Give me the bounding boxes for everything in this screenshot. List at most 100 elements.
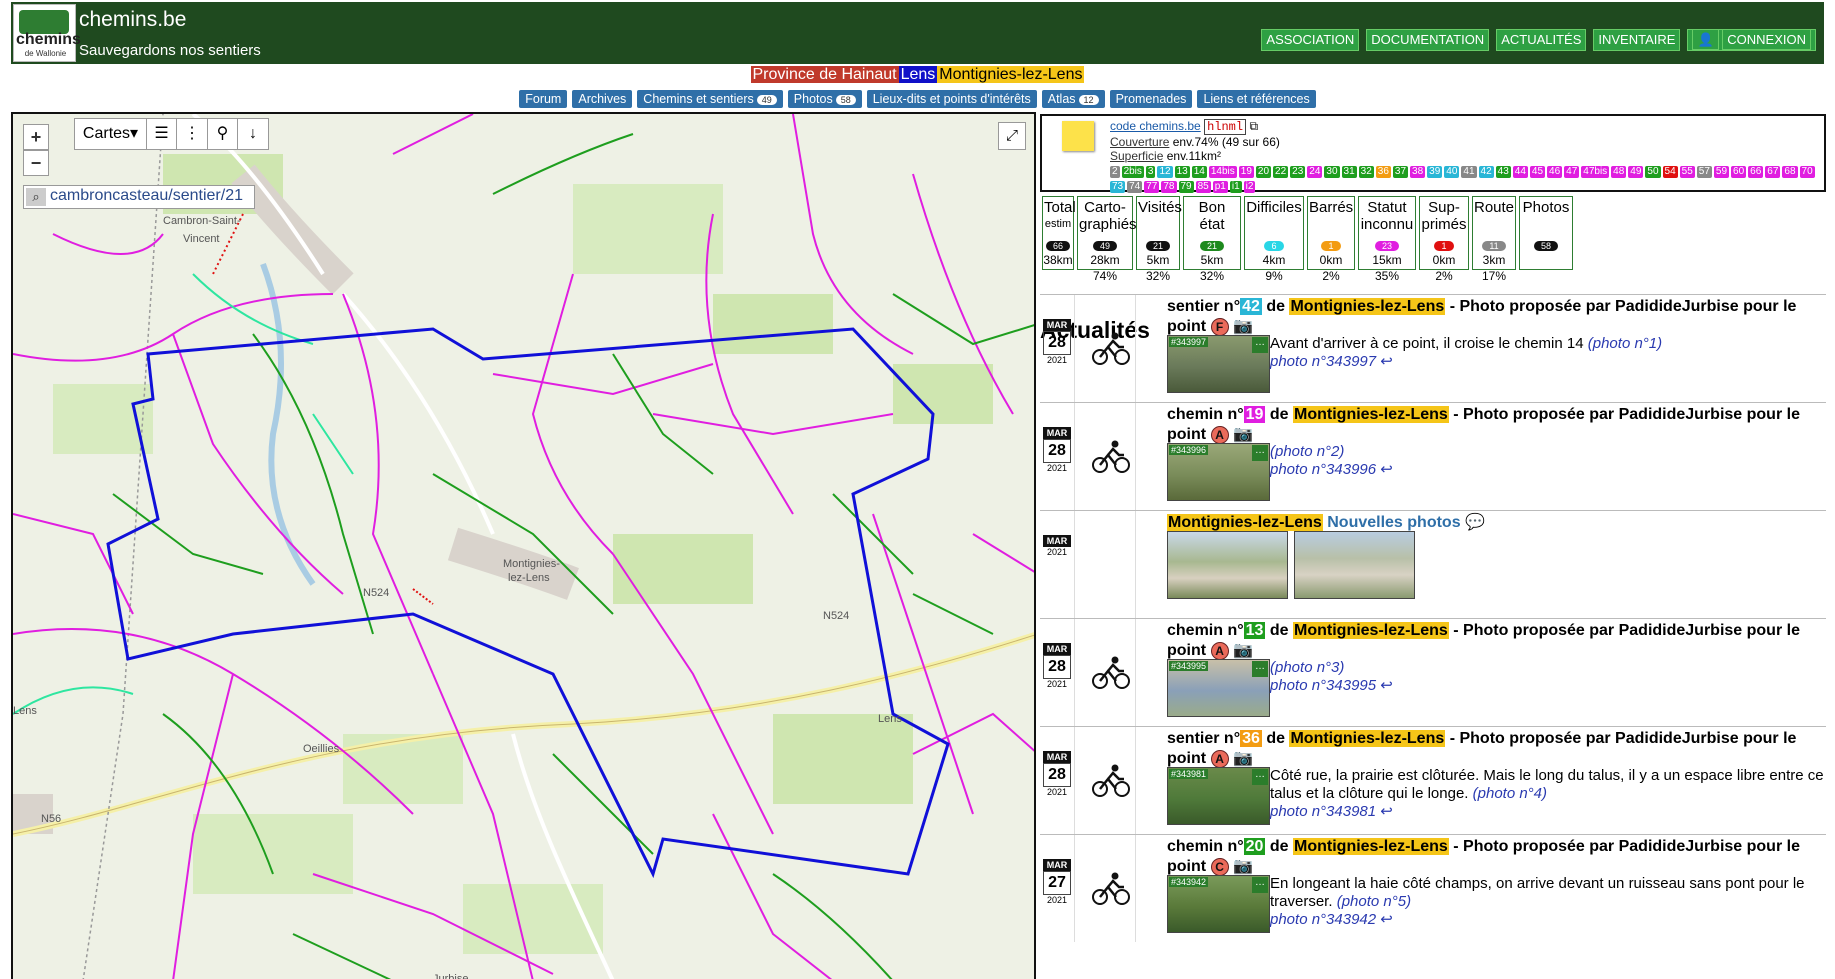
- path-chip[interactable]: 2: [1110, 166, 1120, 178]
- reply-arrow-icon[interactable]: ↩: [1376, 353, 1393, 370]
- tab-3[interactable]: Photos 58: [787, 90, 862, 108]
- path-chip[interactable]: 74: [1127, 181, 1143, 193]
- breadcrumb-province[interactable]: Province de Hainaut: [750, 66, 899, 83]
- path-chip[interactable]: 43: [1495, 166, 1511, 178]
- path-chip[interactable]: 22: [1273, 166, 1289, 178]
- village-badge[interactable]: Montignies-lez-Lens: [1167, 514, 1323, 531]
- stat-count-pill[interactable]: 1: [1321, 241, 1341, 251]
- tab-7[interactable]: Liens et références: [1197, 90, 1316, 108]
- path-chip[interactable]: 36: [1375, 166, 1391, 178]
- tab-0[interactable]: Forum: [519, 90, 568, 108]
- path-chip[interactable]: 47bis: [1581, 166, 1610, 178]
- village-badge[interactable]: Montignies-lez-Lens: [1293, 838, 1449, 855]
- path-number-badge[interactable]: 42: [1240, 298, 1262, 315]
- path-chip[interactable]: 50: [1645, 166, 1661, 178]
- path-chip[interactable]: 3: [1145, 166, 1156, 178]
- site-logo[interactable]: chemins de Wallonie: [13, 4, 81, 62]
- point-marker-icon[interactable]: C: [1210, 858, 1229, 876]
- path-chip[interactable]: 78: [1161, 181, 1177, 193]
- photo-thumbnail[interactable]: #343942…: [1167, 875, 1270, 933]
- fullscreen-icon[interactable]: ⤢: [998, 122, 1026, 150]
- photo-link[interactable]: photo n°343997: [1270, 353, 1376, 370]
- stat-count-pill[interactable]: 1: [1434, 241, 1454, 251]
- village-badge[interactable]: Montignies-lez-Lens: [1293, 406, 1449, 423]
- path-chip[interactable]: 41: [1461, 166, 1477, 178]
- path-chip[interactable]: 45: [1529, 166, 1546, 178]
- photo-thumbnail[interactable]: #343996…: [1167, 443, 1270, 501]
- path-chip[interactable]: 2bis: [1121, 166, 1144, 178]
- path-chip[interactable]: 14bis: [1208, 166, 1237, 178]
- map-search-input[interactable]: cambroncasteau/sentier/21: [50, 187, 243, 205]
- more-icon[interactable]: …: [1252, 661, 1268, 677]
- photo-caption[interactable]: (photo n°2): [1270, 443, 1344, 460]
- download-arrow-icon[interactable]: ↓: [238, 119, 268, 149]
- photo-thumbnail[interactable]: #343997…: [1167, 335, 1270, 393]
- nav-association[interactable]: ASSOCIATION: [1261, 29, 1360, 51]
- path-chip[interactable]: 37: [1392, 166, 1409, 178]
- path-chip[interactable]: 19: [1238, 166, 1254, 178]
- stat-count-pill[interactable]: 21: [1145, 241, 1170, 251]
- path-chip[interactable]: 30: [1324, 166, 1340, 178]
- photo-link[interactable]: photo n°343981: [1270, 803, 1376, 820]
- nav-connexion[interactable]: 👤 CONNEXION: [1687, 29, 1816, 51]
- point-marker-icon[interactable]: F: [1210, 318, 1229, 336]
- photo-link[interactable]: photo n°343995: [1270, 677, 1376, 694]
- nav-documentation[interactable]: DOCUMENTATION: [1366, 29, 1490, 51]
- path-chip[interactable]: 24: [1307, 166, 1323, 178]
- path-chip[interactable]: 79: [1178, 181, 1194, 193]
- more-icon[interactable]: …: [1252, 445, 1268, 461]
- photo-thumbnail[interactable]: [1167, 531, 1288, 599]
- reply-arrow-icon[interactable]: ↩: [1376, 677, 1393, 694]
- path-chip[interactable]: 48: [1611, 166, 1627, 178]
- tab-6[interactable]: Promenades: [1109, 90, 1193, 108]
- reply-arrow-icon[interactable]: ↩: [1376, 803, 1393, 820]
- photo-caption[interactable]: (photo n°1): [1588, 335, 1662, 352]
- path-chip[interactable]: 55: [1679, 166, 1695, 178]
- breadcrumb-commune[interactable]: Lens: [898, 66, 938, 83]
- village-badge[interactable]: Montignies-lez-Lens: [1293, 622, 1449, 639]
- stat-count-pill[interactable]: 49: [1092, 241, 1117, 251]
- path-chip[interactable]: 85: [1195, 181, 1211, 193]
- map-canvas[interactable]: Cambron-Saint- Vincent Montignies-lez-Lens…: [13, 114, 1036, 979]
- new-photos-label[interactable]: Nouvelles photos: [1327, 514, 1460, 531]
- point-marker-icon[interactable]: A: [1210, 426, 1229, 444]
- point-marker-icon[interactable]: A: [1210, 750, 1229, 768]
- reply-arrow-icon[interactable]: ↩: [1376, 461, 1393, 478]
- photo-thumbnail[interactable]: #343981…: [1167, 767, 1270, 825]
- location-pin-icon[interactable]: ⚲: [208, 119, 238, 149]
- path-chip[interactable]: 54: [1662, 166, 1678, 178]
- map-layers-select[interactable]: Cartes▾: [75, 119, 147, 149]
- map-panel[interactable]: Cambron-Saint- Vincent Montignies-lez-Lens…: [11, 112, 1036, 979]
- path-number-badge[interactable]: 36: [1240, 730, 1262, 747]
- path-chip[interactable]: 57: [1696, 166, 1712, 178]
- more-vertical-icon[interactable]: ⋮: [177, 119, 208, 149]
- path-chip[interactable]: 20: [1255, 166, 1272, 178]
- reply-arrow-icon[interactable]: ↩: [1376, 911, 1393, 928]
- village-badge[interactable]: Montignies-lez-Lens: [1289, 730, 1446, 747]
- photo-caption[interactable]: (photo n°5): [1337, 893, 1411, 910]
- photo-caption[interactable]: (photo n°4): [1473, 785, 1547, 802]
- stat-count-pill[interactable]: 23: [1374, 241, 1399, 251]
- map-search-field[interactable]: ⌕ cambroncasteau/sentier/21: [23, 185, 255, 209]
- photo-thumbnail[interactable]: [1294, 531, 1415, 599]
- stat-count-pill[interactable]: 58: [1533, 241, 1558, 251]
- path-chip[interactable]: p1: [1212, 181, 1228, 193]
- path-chip[interactable]: 47: [1564, 166, 1580, 178]
- path-number-badge[interactable]: 13: [1243, 622, 1266, 639]
- tab-2[interactable]: Chemins et sentiers 49: [637, 90, 783, 108]
- path-number-badge[interactable]: 19: [1243, 406, 1266, 423]
- list-icon[interactable]: ☰: [147, 119, 177, 149]
- nav-actualites[interactable]: ACTUALITÉS: [1496, 29, 1587, 51]
- path-number-badge[interactable]: 20: [1243, 838, 1266, 855]
- path-chip[interactable]: 49: [1628, 166, 1644, 178]
- more-icon[interactable]: …: [1252, 337, 1268, 353]
- path-chip[interactable]: 66: [1748, 166, 1764, 178]
- path-chip[interactable]: 68: [1782, 166, 1798, 178]
- nav-inventaire[interactable]: INVENTAIRE: [1593, 29, 1681, 51]
- tab-1[interactable]: Archives: [572, 90, 633, 108]
- path-chip[interactable]: 40: [1444, 166, 1460, 178]
- photo-thumbnail[interactable]: #343995…: [1167, 659, 1270, 717]
- path-chip[interactable]: 14: [1191, 166, 1207, 178]
- stat-count-pill[interactable]: 11: [1482, 241, 1506, 251]
- path-chip[interactable]: 59: [1713, 166, 1730, 178]
